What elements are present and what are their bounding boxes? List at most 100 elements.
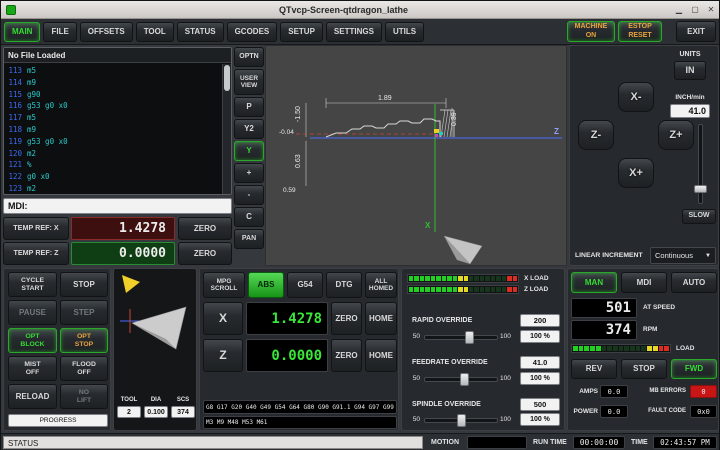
gcode-list[interactable]: 113m5114m9115g90116g53 g0 x0117m5118m911… xyxy=(4,64,222,194)
temp-ref-z-zero-button[interactable]: ZERO xyxy=(178,242,232,265)
jog-rate-slider[interactable] xyxy=(698,124,703,204)
spindle-rpm-display: 374 xyxy=(571,320,637,340)
tab-tool[interactable]: TOOL xyxy=(136,22,174,42)
x-zero-button[interactable]: ZERO xyxy=(331,302,362,335)
spindle-rev-button[interactable]: REV xyxy=(571,359,617,379)
man-mode-button[interactable]: MAN xyxy=(571,272,617,293)
axis-x-button[interactable]: X xyxy=(203,302,243,335)
view-zoom-out-button[interactable]: - xyxy=(234,185,264,205)
pause-button[interactable]: PAUSE xyxy=(8,300,57,325)
no-lift-button[interactable]: NO LIFT xyxy=(60,384,108,409)
gcode-line[interactable]: 123m2 xyxy=(6,183,222,194)
maximize-icon[interactable]: ▢ xyxy=(687,5,703,14)
spindle-slider-handle[interactable] xyxy=(457,414,466,427)
jog-rate-slider-handle[interactable] xyxy=(694,185,707,193)
time-display: 02:43:57 PM xyxy=(653,436,717,449)
tab-gcodes[interactable]: GCODES xyxy=(227,22,278,42)
motion-display xyxy=(467,436,527,449)
at-speed-label: AT SPEED xyxy=(643,304,675,311)
mdi-entry[interactable]: MDI: xyxy=(3,198,232,214)
increment-select[interactable]: Continuous ▼ xyxy=(650,247,716,264)
jog-x-minus-button[interactable]: X- xyxy=(618,82,654,112)
jog-x-plus-button[interactable]: X+ xyxy=(618,158,654,188)
tab-offsets[interactable]: OFFSETS xyxy=(80,22,133,42)
jog-z-plus-button[interactable]: Z+ xyxy=(658,120,694,150)
gcode-line[interactable]: 113m5 xyxy=(6,65,222,77)
reload-button[interactable]: RELOAD xyxy=(8,384,57,409)
rapid-slider-handle[interactable] xyxy=(465,331,474,344)
dro-x-value: 1.4278 xyxy=(246,302,328,335)
rapid-override-slider[interactable] xyxy=(424,335,498,340)
cycle-start-button[interactable]: CYCLE START xyxy=(8,272,57,297)
dim-small: -0.04 xyxy=(279,129,294,136)
gcode-line[interactable]: 117m5 xyxy=(6,112,222,124)
view-p-button[interactable]: P xyxy=(234,97,264,117)
mist-button[interactable]: MIST OFF xyxy=(8,356,57,381)
tab-file[interactable]: FILE xyxy=(43,22,76,42)
gcode-line[interactable]: 118m9 xyxy=(6,124,222,136)
dtg-button[interactable]: DTG xyxy=(326,272,362,298)
view-y-button[interactable]: Y xyxy=(234,141,264,161)
abs-button[interactable]: ABS xyxy=(248,272,284,298)
slow-button[interactable]: SLOW xyxy=(682,209,716,224)
gcode-line[interactable]: 119g53 g0 x0 xyxy=(6,136,222,148)
opt-block-button[interactable]: OPT BLOCK xyxy=(8,328,57,353)
step-button[interactable]: STEP xyxy=(60,300,108,325)
tab-utils[interactable]: UTILS xyxy=(385,22,424,42)
view-y2-button[interactable]: Y2 xyxy=(234,119,264,139)
all-homed-button[interactable]: ALL HOMED xyxy=(365,272,397,298)
tab-settings[interactable]: SETTINGS xyxy=(326,22,382,42)
gcode-line[interactable]: 114m9 xyxy=(6,77,222,89)
temp-ref-x-zero-button[interactable]: ZERO xyxy=(178,217,232,240)
x-home-button[interactable]: HOME xyxy=(365,302,397,335)
feed-min-label: 50 xyxy=(406,375,420,382)
exit-button[interactable]: EXIT xyxy=(676,21,716,42)
feed-override-slider[interactable] xyxy=(424,377,498,382)
estop-reset-button[interactable]: ESTOP RESET xyxy=(618,21,662,42)
view-user-view-button[interactable]: USER VIEW xyxy=(234,69,264,95)
gcode-line[interactable]: 115g90 xyxy=(6,89,222,101)
machine-on-button[interactable]: MACHINE ON xyxy=(567,21,615,42)
axis-z-button[interactable]: Z xyxy=(203,339,243,372)
tool-value: 2 xyxy=(117,406,141,418)
file-scrollbar[interactable] xyxy=(222,64,231,194)
auto-mode-button[interactable]: AUTO xyxy=(671,272,717,293)
tab-status[interactable]: STATUS xyxy=(177,22,224,42)
opt-stop-button[interactable]: OPT STOP xyxy=(60,328,108,353)
view-optn-button[interactable]: OPTN xyxy=(234,47,264,67)
gcode-line[interactable]: 116g53 g0 x0 xyxy=(6,100,222,112)
tab-main[interactable]: MAIN xyxy=(4,22,40,42)
mdi-mode-button[interactable]: MDI xyxy=(621,272,667,293)
view-zoom-in-button[interactable]: + xyxy=(234,163,264,183)
z-zero-button[interactable]: ZERO xyxy=(331,339,362,372)
minimize-icon[interactable]: ▁ xyxy=(671,5,687,14)
rapid-max-label: 100 xyxy=(500,333,511,340)
spindle-fwd-button[interactable]: FWD xyxy=(671,359,717,379)
mpg-scroll-button[interactable]: MPG SCROLL xyxy=(203,272,245,298)
tab-setup[interactable]: SETUP xyxy=(280,22,323,42)
tab-bar: MAIN FILE OFFSETS TOOL STATUS GCODES SET… xyxy=(1,19,719,45)
spindle-override-slider[interactable] xyxy=(424,418,498,423)
preview-panel[interactable]: Z X 1.89 0.39 -1.50 -0.04 0.63 0.59 xyxy=(265,45,567,266)
temp-ref-x-button[interactable]: TEMP REF: X xyxy=(3,217,69,240)
flood-button[interactable]: FLOOD OFF xyxy=(60,356,108,381)
temp-ref-z-button[interactable]: TEMP REF: Z xyxy=(3,242,69,265)
view-pan-button[interactable]: PAN xyxy=(234,229,264,249)
g54-button[interactable]: G54 xyxy=(287,272,323,298)
jog-z-minus-button[interactable]: Z- xyxy=(578,120,614,150)
spindle-stop-button[interactable]: STOP xyxy=(621,359,667,379)
units-button[interactable]: IN xyxy=(674,61,706,80)
view-c-button[interactable]: C xyxy=(234,207,264,227)
gcode-line[interactable]: 122g0 x0 xyxy=(6,171,222,183)
tool-marker-icon xyxy=(434,129,443,137)
scrollbar-thumb[interactable] xyxy=(224,65,230,91)
spindle-panel: MAN MDI AUTO 501 AT SPEED 374 RPM LOAD R… xyxy=(567,268,719,431)
gcode-line[interactable]: 120m2 xyxy=(6,148,222,160)
preview-canvas: Z X 1.89 0.39 -1.50 -0.04 0.63 0.59 xyxy=(266,46,566,265)
close-icon[interactable]: ✕ xyxy=(703,5,719,14)
feed-slider-handle[interactable] xyxy=(460,373,469,386)
stop-button[interactable]: STOP xyxy=(60,272,108,297)
active-gcodes-display: G8 G17 G20 G40 G49 G54 G64 G80 G90 G91.1… xyxy=(203,400,397,414)
gcode-line[interactable]: 121% xyxy=(6,159,222,171)
z-home-button[interactable]: HOME xyxy=(365,339,397,372)
